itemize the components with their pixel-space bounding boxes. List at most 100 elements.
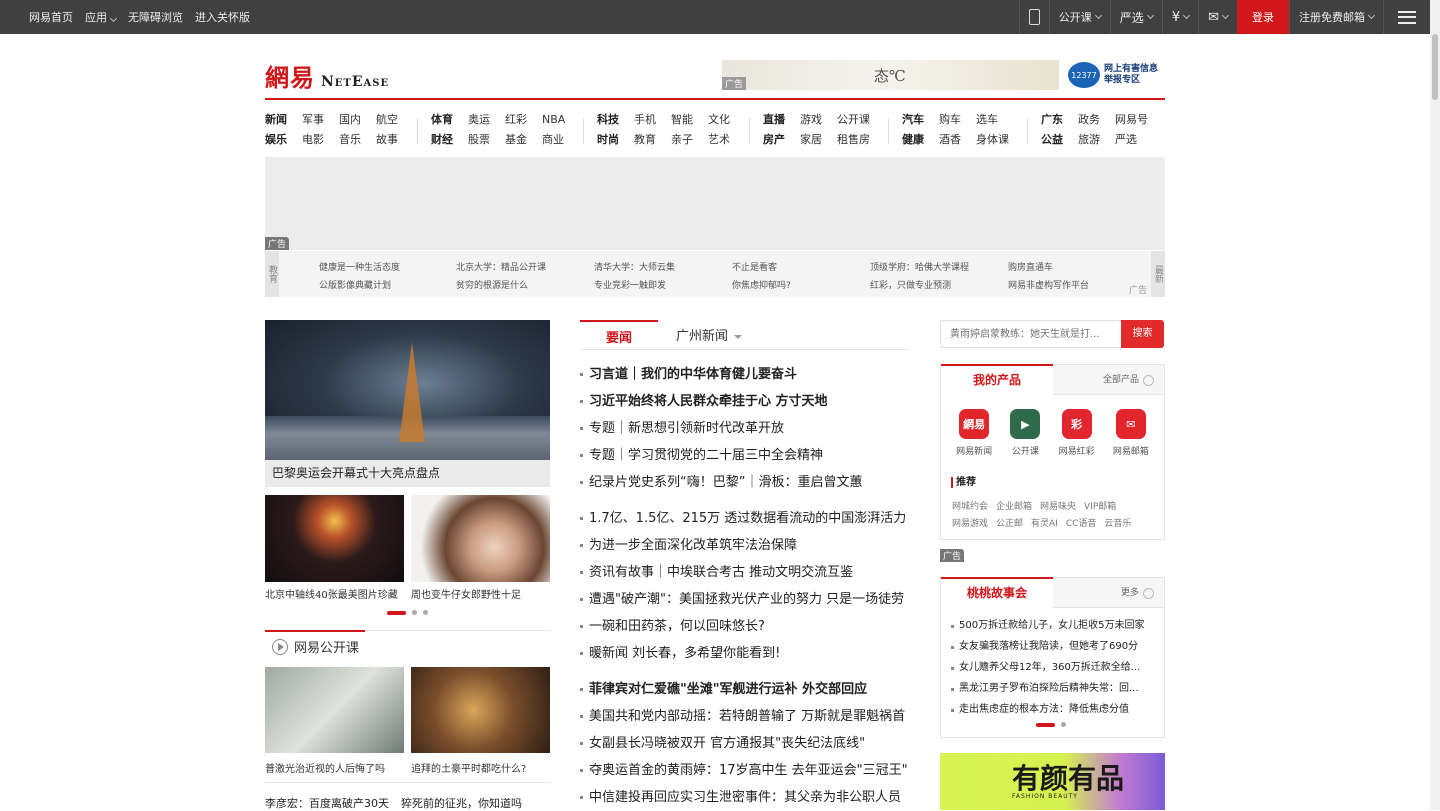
product-item[interactable]: 彩网易红彩 — [1059, 409, 1095, 457]
tab-guangzhou-news[interactable]: 广州新闻 — [676, 320, 743, 350]
thumb-caption-1[interactable]: 北京中轴线40张最美图片珍藏 — [265, 586, 405, 601]
headline-item[interactable]: 纪录片党史系列“嗨！巴黎”｜滑板：重启曾文蕙 — [580, 469, 920, 496]
ribbon-link[interactable]: 不止是看客 — [732, 259, 791, 277]
nav-link[interactable]: 航空 — [376, 110, 398, 130]
tab-story[interactable]: 桃桃故事会 — [941, 577, 1053, 608]
nav-link[interactable]: 家居 — [800, 130, 822, 150]
accessibility-link[interactable]: 无障碍浏览 — [128, 9, 183, 25]
nav-link[interactable]: 智能 — [671, 110, 693, 130]
payment-menu[interactable]: ¥ — [1161, 0, 1198, 34]
header-ad-banner[interactable]: 态℃ 广告 — [722, 60, 1059, 90]
course-image-2[interactable] — [411, 667, 550, 753]
product-item[interactable]: ✉ 网易邮箱 — [1113, 409, 1149, 457]
story-item[interactable]: 500万拆迁款给儿子，女儿拒收5万未回家 — [951, 615, 1156, 636]
thumb-image-1[interactable] — [265, 495, 404, 582]
headline-item[interactable]: 为进一步全面深化改革筑牢法治保障 — [580, 532, 920, 559]
nav-link[interactable]: 身体课 — [976, 130, 1009, 150]
nav-link[interactable]: 财经 — [431, 130, 453, 150]
nav-link[interactable]: 故事 — [376, 130, 398, 150]
banner-ad[interactable]: 广告 — [265, 157, 1165, 250]
nav-link[interactable]: 直播 — [763, 110, 785, 130]
nav-link[interactable]: 旅游 — [1078, 130, 1100, 150]
recommend-link[interactable]: 企业邮箱 — [996, 499, 1032, 512]
nav-link[interactable]: 时尚 — [597, 130, 619, 150]
nav-link[interactable]: 汽车 — [902, 110, 924, 130]
nav-link[interactable]: 严选 — [1115, 130, 1148, 150]
nav-link[interactable]: 购车 — [939, 110, 961, 130]
nav-link[interactable]: NBA — [542, 110, 565, 130]
ribbon-link[interactable]: 健康是一种生活态度 — [319, 259, 400, 277]
headline-item[interactable]: 1.7亿、1.5亿、215万 透过数据看流动的中国澎湃活力 — [580, 505, 920, 532]
headline-item[interactable]: 中信建投再回应实习生泄密事件：其父亲为非公职人员 — [580, 784, 920, 811]
headline-item[interactable]: 美国共和党内部动摇：若特朗普输了 万斯就是罪魁祸首 — [580, 703, 920, 730]
nav-link[interactable]: 国内 — [339, 110, 361, 130]
headline-item[interactable]: 习近平始终将人民群众牵挂于心 方寸天地 — [580, 388, 920, 415]
scrollbar-thumb[interactable] — [1432, 34, 1438, 100]
ribbon-link[interactable]: 网易非虚构写作平台 — [1008, 277, 1089, 295]
recommend-link[interactable]: 云音乐 — [1104, 516, 1131, 529]
headline-item[interactable]: 专题｜学习贯彻党的二十届三中全会精神 — [580, 442, 920, 469]
product-item[interactable]: 網易 网易新闻 — [956, 409, 992, 457]
mail-menu[interactable]: ✉ — [1198, 0, 1237, 34]
ribbon-link[interactable]: 专业竞彩一触即发 — [594, 277, 675, 295]
nav-link[interactable]: 军事 — [302, 110, 324, 130]
ribbon-link[interactable]: 你焦虑抑郁吗? — [732, 277, 791, 295]
recommend-link[interactable]: 网易味央 — [1040, 499, 1076, 512]
open-course-menu[interactable]: 公开课 — [1048, 0, 1110, 34]
headline-item[interactable]: 专题｜新思想引领新时代改革开放 — [580, 415, 920, 442]
course-caption-2[interactable]: 追拜的土豪平时都吃什么? — [411, 760, 526, 775]
headline-item[interactable]: 遭遇"破产潮"：美国拯救光伏产业的努力 只是一场徒劳 — [580, 586, 920, 613]
nav-link[interactable]: 股票 — [468, 130, 490, 150]
nav-link[interactable]: 公开课 — [837, 110, 870, 130]
recommend-link[interactable]: CC语音 — [1066, 516, 1097, 529]
nav-link[interactable]: 手机 — [634, 110, 656, 130]
nav-link[interactable]: 文化 — [708, 110, 730, 130]
nav-link[interactable]: 奥运 — [468, 110, 490, 130]
nav-link[interactable]: 健康 — [902, 130, 924, 150]
headline-item[interactable]: 资讯有故事｜中埃联合考古 推动文明交流互鉴 — [580, 559, 920, 586]
yanxuan-menu[interactable]: 严选 — [1109, 0, 1162, 34]
nav-link[interactable]: 酒香 — [939, 130, 961, 150]
scrollbar[interactable] — [1430, 0, 1440, 810]
search-button[interactable]: 搜索 — [1121, 320, 1164, 348]
nav-link[interactable]: 基金 — [505, 130, 527, 150]
headline-item[interactable]: 女副县长冯晓被双开 官方通报其"丧失纪法底线" — [580, 730, 920, 757]
harmful-info-report[interactable]: 12377 网上有害信息 举报专区 — [1068, 60, 1166, 90]
nav-link[interactable]: 游戏 — [800, 110, 822, 130]
hero-caption[interactable]: 巴黎奥运会开幕式十大亮点盘点 — [265, 460, 550, 487]
nav-link[interactable]: 娱乐 — [265, 130, 287, 150]
headline-item[interactable]: 习言道｜我们的中华体育健儿要奋斗 — [580, 361, 920, 388]
home-link[interactable]: 网易首页 — [29, 9, 73, 25]
nav-link[interactable]: 教育 — [634, 130, 656, 150]
ribbon-link[interactable]: 清华大学：大师云集 — [594, 259, 675, 277]
nav-link[interactable]: 电影 — [302, 130, 324, 150]
recommend-link[interactable]: VIP邮箱 — [1084, 499, 1116, 512]
headline-item[interactable]: 夺奥运首金的黄雨婷：17岁高中生 去年亚运会"三冠王" — [580, 757, 920, 784]
tab-headlines[interactable]: 要闻 — [580, 320, 658, 350]
nav-link[interactable]: 音乐 — [339, 130, 361, 150]
recommend-link[interactable]: 公正邮 — [996, 516, 1023, 529]
course-caption-1[interactable]: 普激光治近视的人后悔了吗 — [265, 760, 385, 775]
all-products-link[interactable]: 全部产品 — [1103, 365, 1154, 395]
nav-link[interactable]: 房产 — [763, 130, 785, 150]
story-item[interactable]: 女友骗我落榜让我陪读，但她考了690分 — [951, 636, 1156, 657]
story-more-link[interactable]: 更多 — [1121, 578, 1154, 608]
nav-link[interactable]: 公益 — [1041, 130, 1063, 150]
headline-item[interactable]: 菲律宾对仁爱礁"坐滩"军舰进行运补 外交部回应 — [580, 676, 920, 703]
ribbon-link[interactable]: 贫穷的根源是什么 — [456, 277, 546, 295]
slide-dot[interactable] — [423, 610, 428, 615]
recommend-link[interactable]: 网城约会 — [952, 499, 988, 512]
open-course-heading[interactable]: 网易公开课 — [272, 637, 359, 656]
ribbon-right-label[interactable]: 最新 — [1151, 251, 1165, 297]
login-button[interactable]: 登录 — [1237, 0, 1289, 34]
nav-link[interactable]: 新闻 — [265, 110, 287, 130]
ribbon-link[interactable]: 红彩，只做专业预测 — [870, 277, 969, 295]
nav-link[interactable]: 体育 — [431, 110, 453, 130]
hero-slide[interactable]: 巴黎奥运会开幕式十大亮点盘点 — [265, 320, 550, 487]
mobile-app-button[interactable] — [1018, 0, 1049, 34]
nav-link[interactable]: 亲子 — [671, 130, 693, 150]
ribbon-link[interactable]: 购房直通车 — [1008, 259, 1089, 277]
apps-menu[interactable]: 应用 — [85, 9, 118, 25]
story-item[interactable]: 黑龙江男子罗布泊探险后精神失常：回... — [951, 678, 1156, 699]
search-input[interactable] — [940, 320, 1121, 348]
